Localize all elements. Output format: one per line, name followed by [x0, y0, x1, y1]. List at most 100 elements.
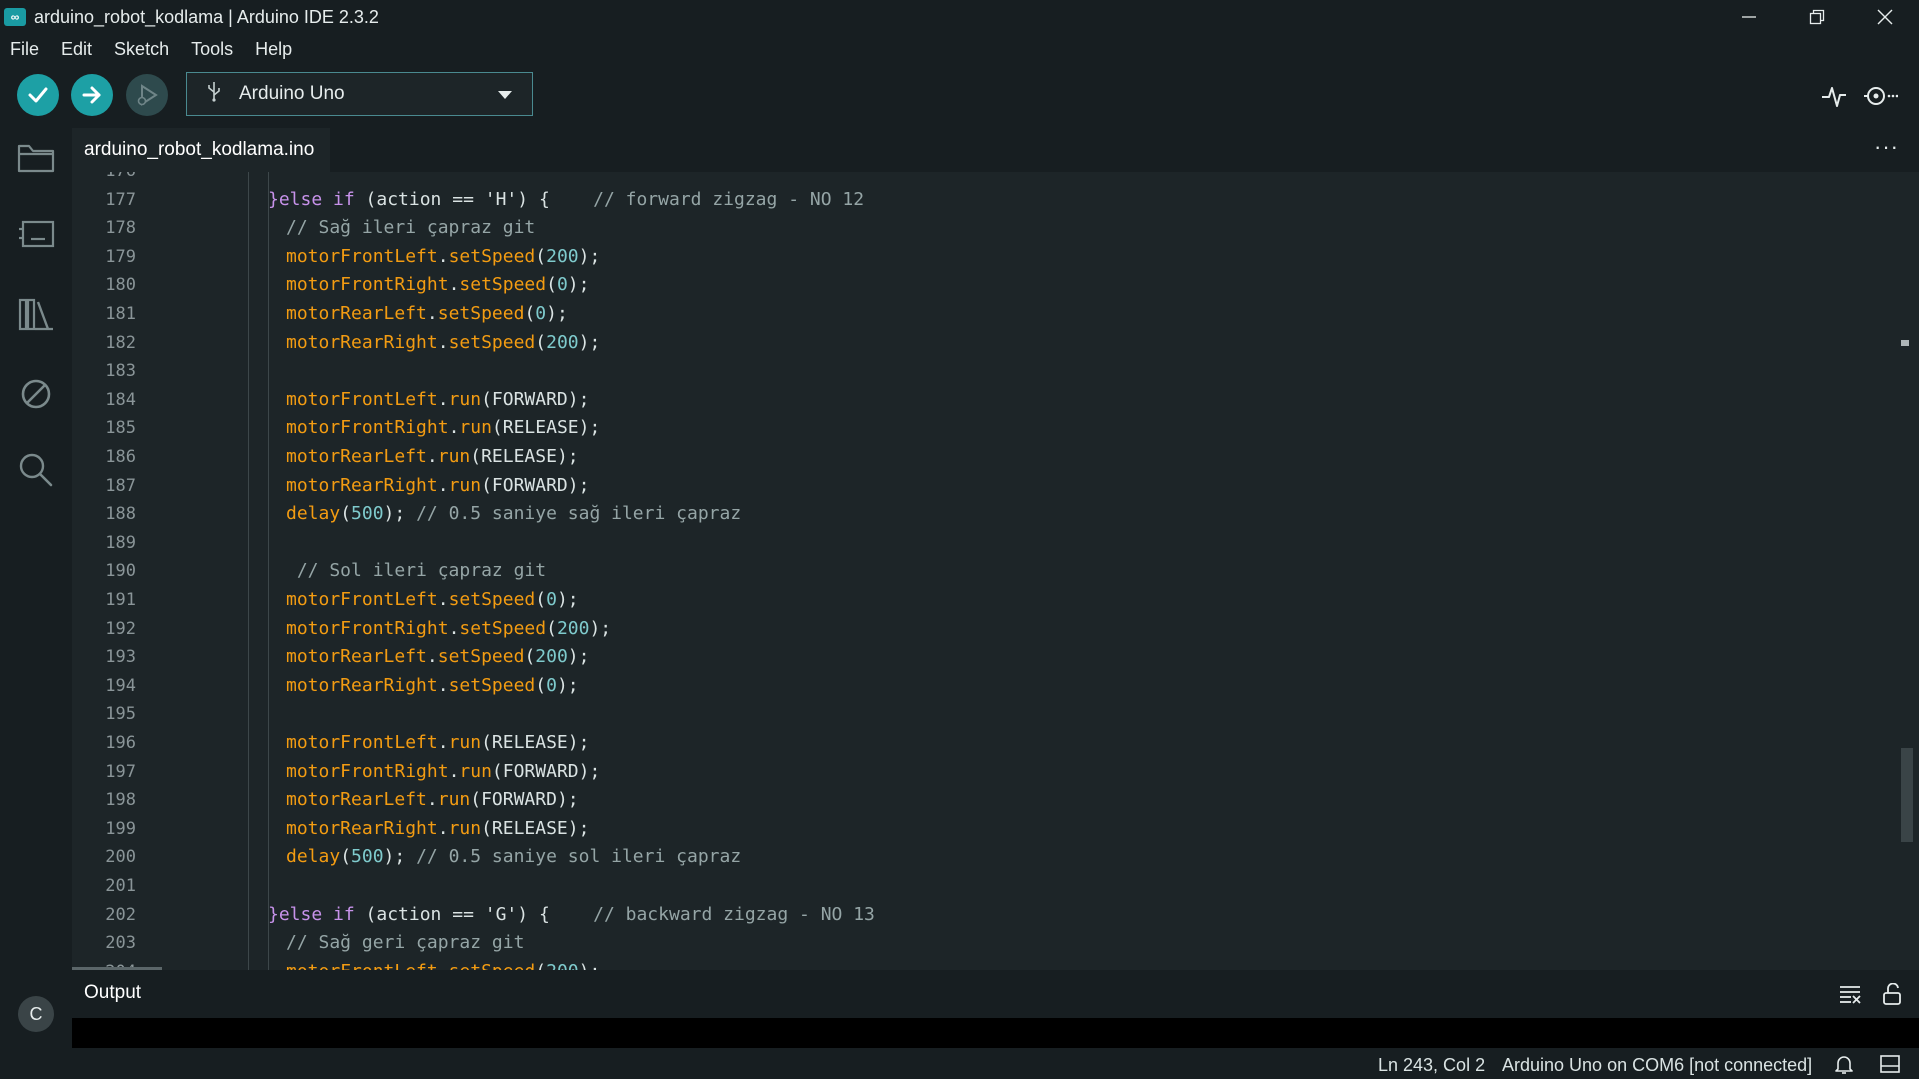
code-token: run: [437, 789, 471, 811]
code-area[interactable]: }else if (action == 'H') { // forward zi…: [162, 172, 1902, 970]
code-line[interactable]: motorRearLeft.run(FORWARD);: [286, 786, 579, 815]
board-status[interactable]: Arduino Uno on COM6 [not connected]: [1502, 1055, 1812, 1076]
code-token: (: [340, 503, 352, 525]
pulse-icon: [1822, 87, 1846, 107]
code-line[interactable]: motorFrontLeft.setSpeed(200);: [286, 958, 600, 970]
code-token: .: [426, 646, 438, 668]
code-token: // backward zigzag - NO 13: [593, 903, 875, 925]
code-token: .: [448, 274, 460, 296]
line-number: 177: [105, 189, 136, 210]
boards-manager-icon: [19, 220, 55, 248]
code-line[interactable]: delay(500); // 0.5 saniye sağ ileri çapr…: [286, 500, 741, 529]
code-token: .: [437, 388, 449, 410]
code-line[interactable]: // Sağ ileri çapraz git: [286, 214, 535, 243]
restore-button[interactable]: [1783, 0, 1851, 34]
code-token: (action ==: [354, 903, 485, 925]
line-number-gutter: 176 177 178 179 180 181 182 183 184 185 186 187 188 1…: [72, 172, 162, 970]
code-token: ) {: [517, 188, 594, 210]
line-number: 182: [105, 332, 136, 353]
avatar[interactable]: C: [18, 996, 54, 1032]
vertical-scrollbar[interactable]: [1901, 172, 1917, 970]
menu-sketch[interactable]: Sketch: [114, 39, 169, 60]
library-icon: [18, 298, 53, 331]
code-line[interactable]: }else if (action == 'H') { // forward zi…: [268, 186, 864, 215]
tab-sketch-file[interactable]: arduino_robot_kodlama.ino: [72, 128, 331, 172]
debug-view-button[interactable]: [14, 372, 58, 416]
verify-button[interactable]: [17, 74, 59, 116]
activity-bar: C: [0, 124, 72, 1079]
menu-file[interactable]: File: [10, 39, 39, 60]
upload-button[interactable]: [71, 74, 113, 116]
code-line[interactable]: motorRearRight.run(FORWARD);: [286, 472, 589, 501]
scrollbar-thumb[interactable]: [1901, 748, 1913, 842]
line-number: 202: [105, 904, 136, 925]
sketchbook-button[interactable]: [14, 136, 58, 180]
code-token: setSpeed: [448, 245, 536, 267]
window-title: arduino_robot_kodlama | Arduino IDE 2.3.…: [34, 6, 379, 27]
menu-help[interactable]: Help: [255, 39, 292, 60]
code-line[interactable]: // Sol ileri çapraz git: [286, 557, 546, 586]
code-token: // Sol ileri çapraz git: [286, 560, 547, 582]
code-token: 500: [351, 503, 384, 525]
menu-edit[interactable]: Edit: [61, 39, 92, 60]
line-number: 192: [105, 618, 136, 639]
code-line[interactable]: motorFrontRight.run(FORWARD);: [286, 758, 600, 787]
line-number: 190: [105, 561, 136, 582]
cursor-position[interactable]: Ln 243, Col 2: [1378, 1055, 1485, 1076]
code-line[interactable]: motorFrontLeft.run(RELEASE);: [286, 729, 589, 758]
code-token: );: [556, 589, 579, 610]
code-line[interactable]: motorRearLeft.setSpeed(200);: [286, 643, 589, 672]
search-button[interactable]: [14, 448, 58, 492]
output-console[interactable]: [72, 1018, 1919, 1048]
editor-tab-bar: arduino_robot_kodlama.ino ···: [72, 124, 1919, 172]
more-icon[interactable]: ···: [1874, 134, 1899, 160]
code-line[interactable]: motorFrontRight.setSpeed(0);: [286, 271, 589, 300]
code-token: );: [589, 617, 612, 639]
code-line[interactable]: motorRearRight.run(RELEASE);: [286, 815, 589, 844]
code-token: (RELEASE);: [491, 417, 601, 439]
code-line[interactable]: motorFrontLeft.run(FORWARD);: [286, 386, 589, 415]
line-number: 194: [105, 675, 136, 696]
code-token: (RELEASE);: [470, 446, 579, 467]
serial-monitor-button[interactable]: [1862, 78, 1898, 114]
code-token: setSpeed: [437, 646, 525, 668]
library-manager-button[interactable]: [14, 292, 58, 336]
code-token: run: [448, 474, 482, 496]
code-line[interactable]: motorRearLeft.run(RELEASE);: [286, 443, 579, 472]
code-line[interactable]: motorFrontRight.run(RELEASE);: [286, 414, 600, 443]
code-line[interactable]: motorFrontLeft.setSpeed(0);: [286, 586, 579, 615]
code-line[interactable]: motorRearRight.setSpeed(200);: [286, 329, 600, 358]
tab-label: arduino_robot_kodlama.ino: [84, 139, 315, 160]
code-line[interactable]: }else if (action == 'G') { // backward z…: [268, 901, 875, 930]
code-editor[interactable]: 176 177 178 179 180 181 182 183 184 185 186 187 188 1…: [72, 172, 1919, 970]
minimize-button[interactable]: [1715, 0, 1783, 34]
code-token: 0: [546, 589, 557, 610]
line-number: 179: [105, 246, 136, 267]
boards-manager-button[interactable]: [14, 212, 58, 256]
menu-tools[interactable]: Tools: [191, 39, 233, 60]
serial-plotter-button[interactable]: [1816, 78, 1852, 114]
code-token: );: [567, 646, 590, 668]
code-line[interactable]: // Sağ geri çapraz git: [286, 929, 524, 958]
code-token: );: [383, 846, 417, 868]
board-selector[interactable]: Arduino Uno: [186, 72, 533, 116]
debug-button[interactable]: [126, 74, 168, 116]
arduino-logo-icon: ∞: [4, 8, 26, 26]
clear-output-button[interactable]: [1837, 982, 1863, 1006]
code-line[interactable]: motorFrontRight.setSpeed(200);: [286, 615, 611, 644]
code-line[interactable]: motorRearLeft.setSpeed(0);: [286, 300, 568, 329]
code-token: .: [426, 303, 438, 324]
code-line[interactable]: delay(500); // 0.5 saniye sol ileri çapr…: [286, 843, 741, 872]
close-button[interactable]: [1851, 0, 1919, 34]
indent-guide: [268, 172, 269, 970]
toggle-panel-button[interactable]: [1879, 1054, 1901, 1074]
code-token: (: [535, 331, 547, 353]
line-number: 203: [105, 933, 136, 954]
notifications-button[interactable]: [1833, 1054, 1855, 1074]
line-number: 201: [105, 876, 136, 896]
code-token: motorFrontLeft: [286, 589, 438, 610]
scroll-lock-button[interactable]: [1879, 982, 1905, 1006]
code-line[interactable]: motorRearRight.setSpeed(0);: [286, 672, 579, 701]
line-number: 193: [105, 647, 136, 668]
code-line[interactable]: motorFrontLeft.setSpeed(200);: [286, 243, 600, 272]
